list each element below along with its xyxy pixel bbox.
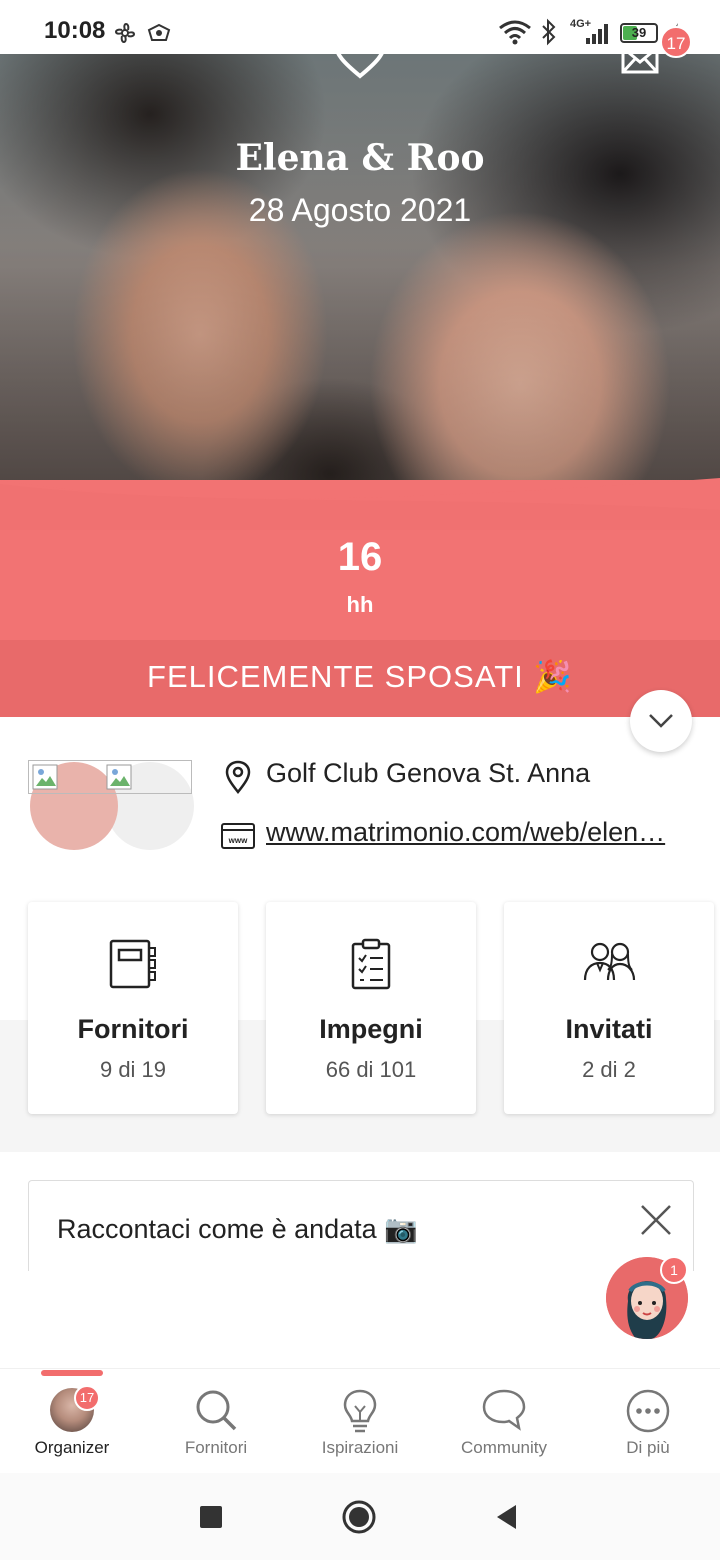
venue-name: Golf Club Genova St. Anna (266, 758, 591, 788)
more-icon (626, 1389, 670, 1433)
mail-icon[interactable] (620, 44, 660, 76)
signal-icon (586, 24, 608, 44)
wave-divider (0, 478, 720, 530)
stat-value: 66 di 101 (325, 1057, 417, 1082)
nav-fornitori[interactable]: Fornitori (144, 1386, 288, 1466)
nav-ispirazioni[interactable]: Ispirazioni (288, 1386, 432, 1466)
status-time: 10:08 (44, 17, 106, 44)
countdown-unit: hh (346, 592, 374, 617)
battery-level: 39 (631, 25, 647, 40)
nav-more[interactable]: Di più (576, 1386, 720, 1466)
nav-label: Community (461, 1438, 547, 1457)
story-card-title: Raccontaci come è andata 📷 (57, 1214, 418, 1244)
countdown-value: 16 (337, 535, 383, 579)
nav-community[interactable]: Community (432, 1386, 576, 1466)
nav-label: Fornitori (184, 1438, 248, 1457)
assistant-badge: 1 (660, 1256, 688, 1284)
photo-overlay (0, 54, 720, 524)
nav-label: Di più (626, 1438, 670, 1457)
notebook-icon (109, 939, 156, 989)
stat-title: Invitati (565, 1014, 653, 1044)
nav-label: Organizer (34, 1438, 110, 1457)
lightbulb-icon (343, 1389, 377, 1433)
stat-card-invitati[interactable]: Invitati 2 di 2 (504, 902, 714, 1114)
wedding-date: 28 Agosto 2021 (248, 192, 472, 228)
bluetooth-icon (542, 18, 556, 46)
back-button[interactable] (494, 1503, 520, 1531)
notification-icon (147, 23, 171, 41)
stat-value: 2 di 2 (582, 1057, 636, 1082)
active-tab-indicator (41, 1370, 103, 1376)
chat-bubble-icon (482, 1389, 526, 1431)
stat-card-impegni[interactable]: Impegni 66 di 101 (266, 902, 476, 1114)
mail-badge: 17 (660, 26, 692, 58)
search-icon (196, 1390, 237, 1431)
recents-button[interactable] (200, 1506, 222, 1528)
chevron-down-icon (649, 714, 673, 728)
expand-button[interactable] (630, 690, 692, 752)
checklist-icon (351, 938, 391, 990)
broken-image-icon (106, 764, 132, 790)
married-banner-text: FELICEMENTE SPOSATI 🎉 (147, 659, 573, 694)
stat-card-fornitori[interactable]: Fornitori 9 di 19 (28, 902, 238, 1114)
stat-title: Fornitori (77, 1014, 189, 1044)
home-button[interactable] (341, 1499, 377, 1535)
website-icon: www (221, 823, 255, 849)
guests-icon (583, 942, 636, 981)
website-link[interactable]: www.matrimonio.com/web/elen… (266, 817, 665, 848)
close-icon[interactable] (638, 1202, 674, 1238)
svg-text:www: www (228, 836, 248, 845)
broken-image-icon (32, 764, 58, 790)
battery-icon: 39 (620, 23, 658, 43)
stat-value: 9 di 19 (99, 1057, 167, 1082)
heart-logo-icon (333, 30, 387, 79)
organizer-badge: 17 (74, 1385, 100, 1411)
couple-names: Elena & Roo (235, 137, 485, 179)
nav-label: Ispirazioni (321, 1438, 399, 1457)
wifi-icon (499, 20, 531, 45)
location-pin-icon (225, 760, 251, 794)
fan-icon (115, 23, 135, 43)
couple-photo (0, 54, 720, 524)
stat-title: Impegni (319, 1014, 423, 1044)
nav-organizer[interactable]: Organizer (0, 1386, 144, 1466)
